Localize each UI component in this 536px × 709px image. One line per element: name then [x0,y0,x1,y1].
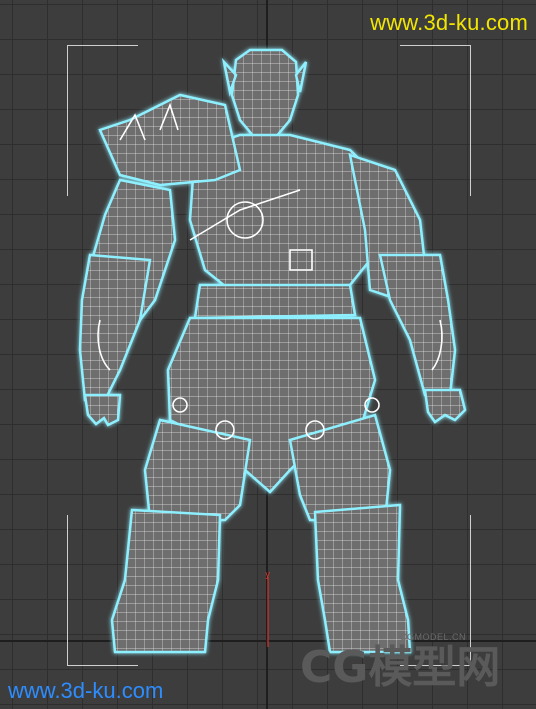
cg-model-logo: CG模型网 [300,642,500,693]
model-head [230,48,300,140]
watermark-top: www.3d-ku.com [370,10,528,35]
3d-viewport[interactable]: y www.3d-ku.com www.3d-ku.com CG模型网 CGMO… [0,0,536,709]
cg-logo-brand-text: CG模型网 [300,642,500,693]
model-shoulder-armor [98,93,242,187]
cg-logo-small-text: CGMODEL.CN [400,632,467,642]
axis-y-label: y [265,570,271,580]
model-right-boot [313,503,412,654]
watermark-bottom: www.3d-ku.com [8,678,164,703]
axis-gizmo: y [265,570,271,647]
model-belt [193,283,357,320]
model-left-boot [110,508,222,654]
